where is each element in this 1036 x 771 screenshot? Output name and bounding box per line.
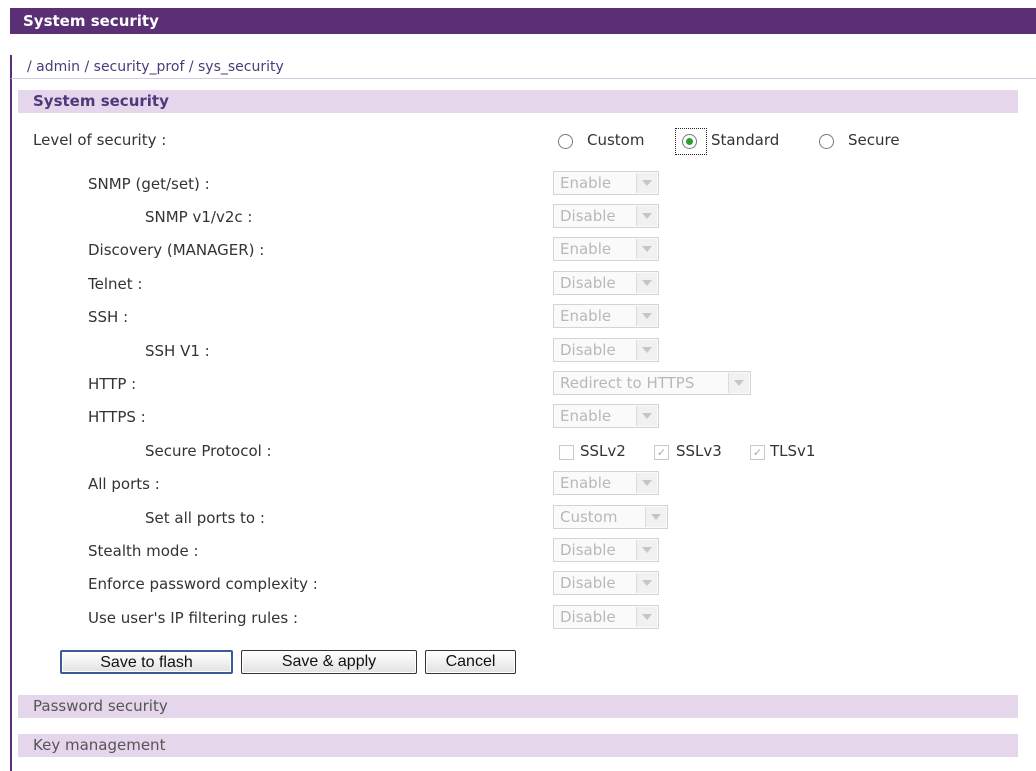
chevron-down-icon	[645, 507, 666, 527]
ip-filtering-value: Disable	[560, 608, 616, 626]
ip-filtering-select[interactable]: Disable	[553, 605, 659, 629]
section-key-management[interactable]: Key management	[18, 734, 1018, 757]
discovery-select[interactable]: Enable	[553, 237, 659, 261]
telnet-label: Telnet :	[88, 275, 143, 293]
https-value: Enable	[560, 407, 612, 425]
window-title: System security	[10, 8, 1036, 34]
radio-secure-label: Secure	[848, 131, 900, 149]
enforce-password-value: Disable	[560, 574, 616, 592]
http-select[interactable]: Redirect to HTTPS	[553, 371, 751, 395]
snmp-value: Enable	[560, 174, 612, 192]
stealth-mode-value: Disable	[560, 541, 616, 559]
ssh-label: SSH :	[88, 308, 129, 326]
enforce-password-select[interactable]: Disable	[553, 571, 659, 595]
https-label: HTTPS :	[88, 408, 146, 426]
set-all-ports-value: Custom	[560, 508, 618, 526]
radio-standard-label: Standard	[711, 131, 780, 149]
all-ports-value: Enable	[560, 474, 612, 492]
chevron-down-icon	[636, 306, 657, 326]
snmp-v1v2c-value: Disable	[560, 207, 616, 225]
section-password-security[interactable]: Password security	[18, 695, 1018, 718]
left-border	[10, 79, 12, 771]
stealth-mode-label: Stealth mode :	[88, 542, 199, 560]
snmp-v1v2c-label: SNMP v1/v2c :	[145, 208, 253, 226]
chevron-down-icon	[636, 540, 657, 560]
chevron-down-icon	[728, 373, 749, 393]
ip-filtering-label: Use user's IP filtering rules :	[88, 609, 299, 627]
set-all-ports-select[interactable]: Custom	[553, 505, 668, 529]
ssh-value: Enable	[560, 307, 612, 325]
stealth-mode-select[interactable]: Disable	[553, 538, 659, 562]
https-select[interactable]: Enable	[553, 404, 659, 428]
ssh-select[interactable]: Enable	[553, 304, 659, 328]
chevron-down-icon	[636, 473, 657, 493]
checkbox-tlsv1[interactable]: ✓	[750, 445, 765, 460]
radio-secure[interactable]	[819, 134, 834, 149]
discovery-label: Discovery (MANAGER) :	[88, 241, 265, 259]
save-to-flash-button[interactable]: Save to flash	[60, 650, 233, 674]
chevron-down-icon	[636, 573, 657, 593]
ssh-v1-value: Disable	[560, 341, 616, 359]
ssh-v1-label: SSH V1 :	[145, 342, 210, 360]
enforce-password-label: Enforce password complexity :	[88, 575, 318, 593]
section-system-security[interactable]: System security	[18, 90, 1018, 113]
chevron-down-icon	[636, 239, 657, 259]
chevron-down-icon	[636, 173, 657, 193]
set-all-ports-label: Set all ports to :	[145, 509, 265, 527]
checkbox-tlsv1-label: TLSv1	[770, 442, 816, 460]
breadcrumb[interactable]: / admin / security_prof / sys_security	[10, 55, 1036, 79]
checkbox-sslv2-label: SSLv2	[580, 442, 626, 460]
cancel-button[interactable]: Cancel	[425, 650, 516, 674]
chevron-down-icon	[636, 340, 657, 360]
save-and-apply-button[interactable]: Save & apply	[241, 650, 417, 674]
discovery-value: Enable	[560, 240, 612, 258]
chevron-down-icon	[636, 607, 657, 627]
all-ports-select[interactable]: Enable	[553, 471, 659, 495]
radio-custom[interactable]	[558, 134, 573, 149]
checkbox-sslv3[interactable]: ✓	[654, 445, 669, 460]
secure-protocol-label: Secure Protocol :	[145, 442, 272, 460]
chevron-down-icon	[636, 406, 657, 426]
checkbox-sslv2[interactable]	[559, 445, 574, 460]
radio-custom-label: Custom	[587, 131, 645, 149]
snmp-label: SNMP (get/set) :	[88, 175, 210, 193]
chevron-down-icon	[636, 206, 657, 226]
telnet-value: Disable	[560, 274, 616, 292]
chevron-down-icon	[636, 273, 657, 293]
http-label: HTTP :	[88, 375, 137, 393]
http-value: Redirect to HTTPS	[560, 374, 695, 392]
checkbox-sslv3-label: SSLv3	[676, 442, 722, 460]
snmp-v1v2c-select[interactable]: Disable	[553, 204, 659, 228]
level-of-security-label: Level of security :	[33, 131, 167, 149]
radio-standard[interactable]	[682, 134, 697, 149]
all-ports-label: All ports :	[88, 475, 160, 493]
snmp-select[interactable]: Enable	[553, 171, 659, 195]
ssh-v1-select[interactable]: Disable	[553, 338, 659, 362]
telnet-select[interactable]: Disable	[553, 271, 659, 295]
